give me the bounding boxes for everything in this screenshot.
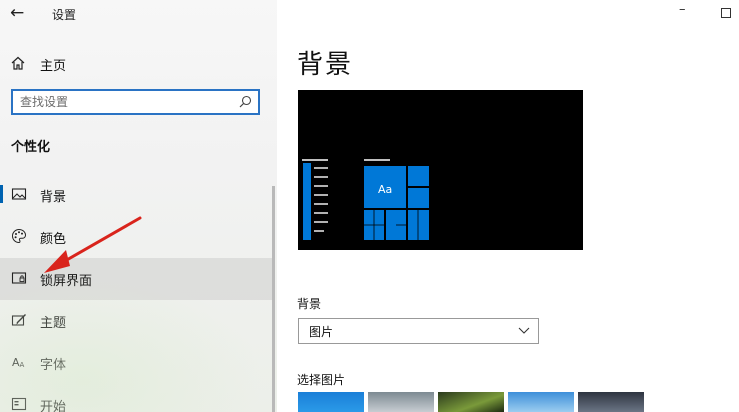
sidebar-scrollbar[interactable]: [272, 186, 275, 412]
sidebar-item-label: 锁屏界面: [40, 274, 93, 289]
choose-picture-label: 选择图片: [297, 373, 346, 387]
sidebar-item-fonts[interactable]: A A 字体: [0, 342, 272, 384]
sidebar-item-background[interactable]: 背景: [0, 174, 272, 216]
picture-thumbnails: [298, 392, 698, 412]
sidebar-item-label: 主题: [40, 316, 67, 331]
search-icon[interactable]: [239, 95, 252, 108]
minimize-icon[interactable]: –: [679, 2, 686, 17]
sidebar-item-label: 颜色: [40, 232, 67, 247]
page-title: 背景: [297, 50, 354, 80]
sidebar-item-label: 字体: [40, 358, 67, 373]
back-arrow-icon[interactable]: ←: [10, 3, 24, 23]
dropdown-selected-value: 图片: [309, 325, 334, 339]
picture-thumbnail[interactable]: [578, 392, 644, 412]
sidebar-item-label: 主页: [40, 59, 67, 74]
sidebar-item-start[interactable]: 开始: [0, 384, 272, 412]
picture-thumbnail[interactable]: [368, 392, 434, 412]
home-icon: [11, 56, 25, 70]
preview-tile-text: Aa: [378, 183, 392, 196]
maximize-icon[interactable]: [721, 8, 731, 18]
preview-graphic: Aa: [302, 159, 429, 240]
sidebar-item-lock-screen[interactable]: 锁屏界面: [0, 258, 272, 300]
section-title: 个性化: [11, 140, 51, 155]
search-input[interactable]: [20, 94, 230, 110]
background-type-dropdown[interactable]: 图片: [298, 318, 539, 344]
sidebar-item-home[interactable]: 主页: [0, 50, 277, 76]
selected-indicator: [0, 185, 3, 203]
search-box[interactable]: [11, 89, 260, 115]
palette-icon: [12, 228, 27, 244]
window-title: 设置: [52, 8, 77, 22]
font-icon: A A: [12, 356, 25, 369]
theme-icon: [11, 314, 26, 326]
svg-text:A: A: [20, 361, 25, 369]
picture-thumbnail[interactable]: [298, 392, 364, 412]
sidebar-item-label: 背景: [40, 190, 67, 205]
sidebar: ← 设置 主页 个性化 背景 颜色: [0, 0, 277, 412]
background-type-label: 背景: [297, 297, 322, 311]
picture-thumbnail[interactable]: [508, 392, 574, 412]
start-icon: [11, 397, 27, 411]
picture-thumbnail[interactable]: [438, 392, 504, 412]
desktop-preview: Aa: [298, 90, 583, 250]
sidebar-item-themes[interactable]: 主题: [0, 300, 272, 342]
chevron-down-icon: [518, 327, 530, 334]
main-content: – 背景 Aa 背景 图片 选择图片: [277, 0, 739, 412]
lock-screen-icon: [11, 272, 27, 284]
image-icon: [11, 188, 27, 200]
title-bar: ← 设置: [0, 0, 277, 28]
sidebar-item-colors[interactable]: 颜色: [0, 216, 272, 258]
sidebar-item-label: 开始: [40, 400, 67, 412]
